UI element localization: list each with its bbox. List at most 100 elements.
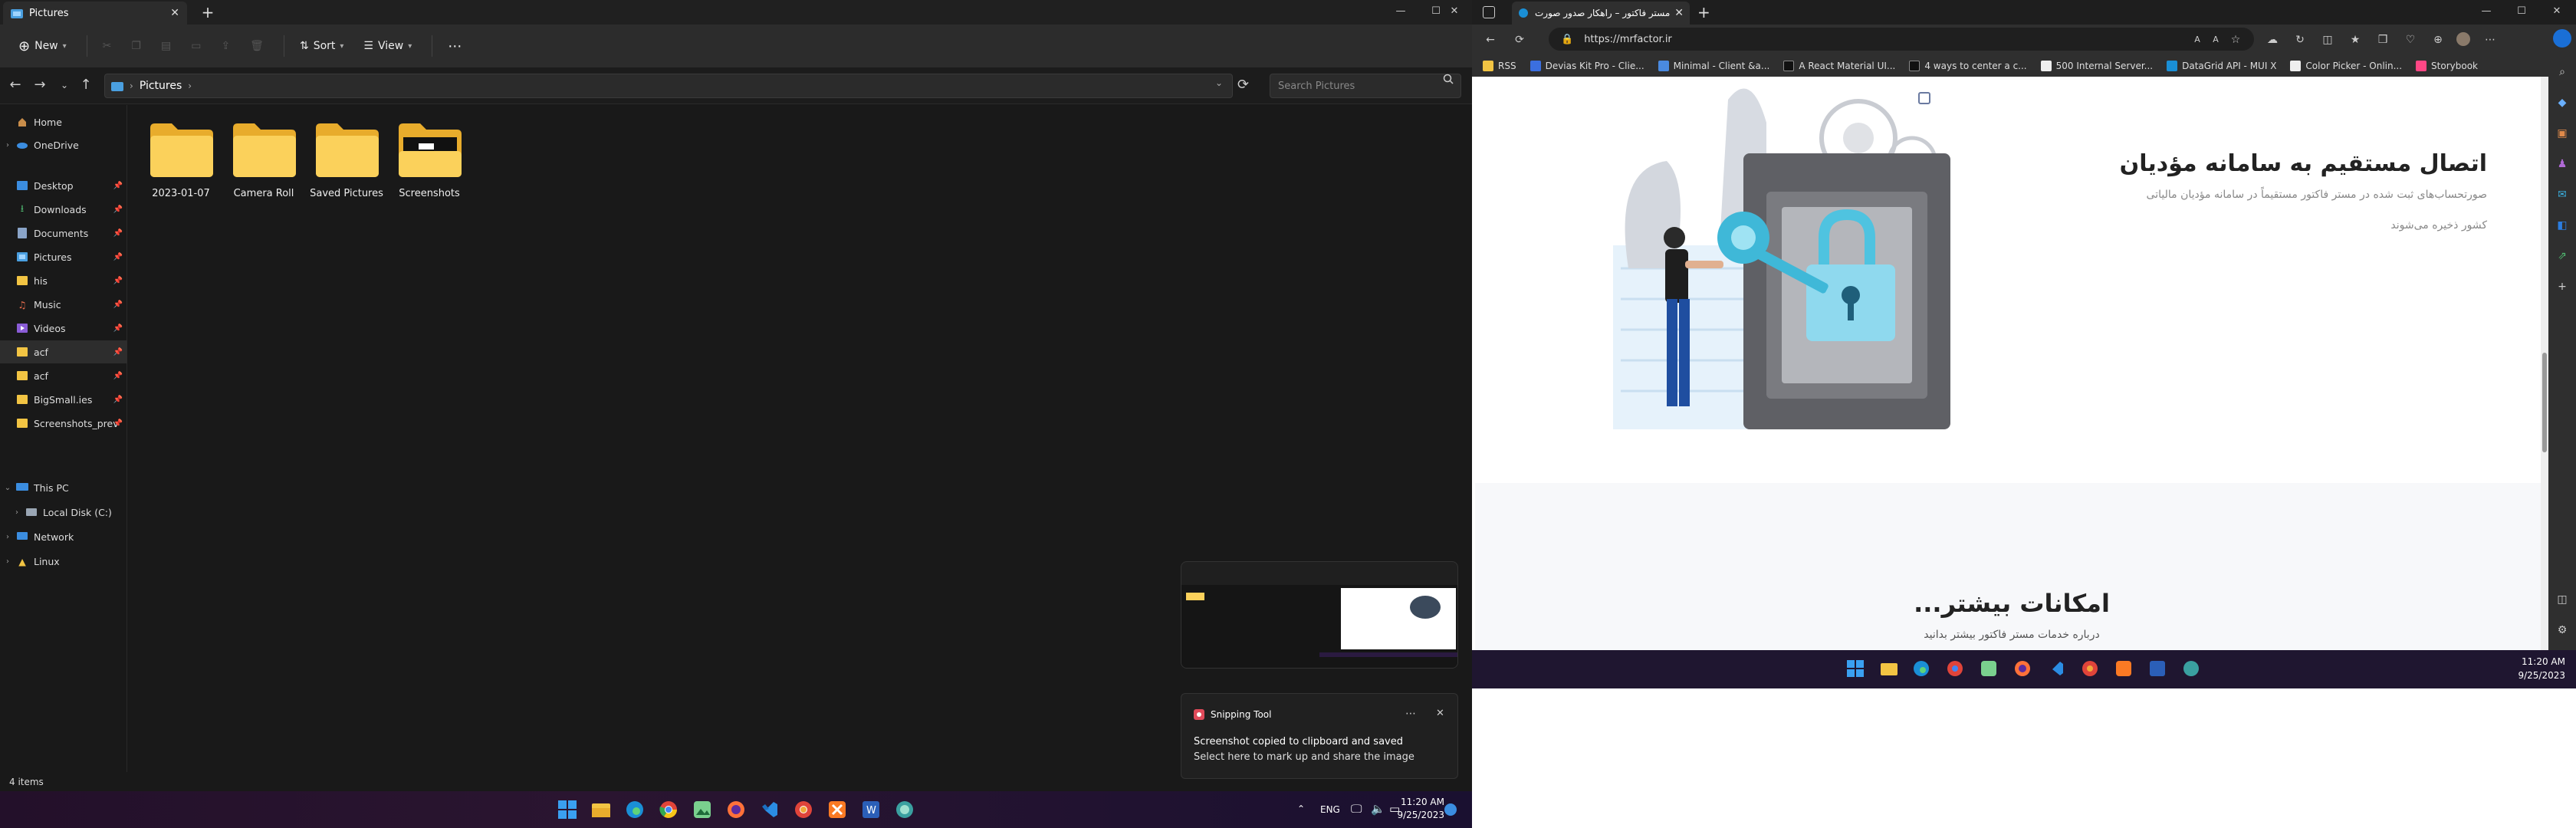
pin-icon[interactable]: 📌 [113, 372, 123, 380]
clock-time[interactable]: 11:20 AM [2512, 656, 2565, 667]
cut-button[interactable]: ✂ [95, 32, 120, 60]
clock-date[interactable]: 9/25/2023 [2512, 670, 2565, 681]
nav-item-documents[interactable]: Documents 📌 [0, 222, 127, 245]
favorite-storybook[interactable]: Storybook [2416, 61, 2478, 71]
nav-item-home[interactable]: Home [0, 110, 127, 133]
nav-item-videos[interactable]: Videos 📌 [0, 317, 127, 340]
notification-badge[interactable] [1444, 803, 1457, 816]
taskbar-file-explorer[interactable] [589, 797, 613, 822]
taskbar-firefox[interactable] [2010, 656, 2035, 681]
tab-actions-icon[interactable] [1483, 6, 1495, 18]
nav-item-music[interactable]: ♫ Music 📌 [0, 293, 127, 316]
scrollbar-thumb[interactable] [2542, 353, 2547, 452]
favorites-icon[interactable]: ★ [2348, 32, 2363, 48]
share-button[interactable]: ⇪ [213, 32, 238, 60]
more-options-button[interactable]: ⋯ [440, 32, 469, 60]
taskbar-chrome[interactable] [1943, 656, 1967, 681]
search-icon[interactable]: ⌕ [2555, 64, 2570, 80]
taskbar-vscode[interactable] [757, 797, 782, 822]
start-button[interactable] [1843, 656, 1868, 681]
language-indicator[interactable]: ENG [1320, 804, 1340, 815]
breadcrumb-pictures[interactable]: Pictures [140, 80, 182, 92]
pin-icon[interactable]: 📌 [113, 277, 123, 285]
close-window-button[interactable]: ✕ [2539, 0, 2574, 23]
pin-icon[interactable]: 📌 [113, 348, 123, 356]
folder-item[interactable]: 2023-01-07 [141, 120, 221, 205]
chevron-down-icon[interactable]: ⌄ [0, 484, 15, 492]
pin-icon[interactable]: 📌 [113, 253, 123, 261]
snipping-notification[interactable]: Snipping Tool ⋯ ✕ Screenshot copied to c… [1181, 693, 1458, 779]
tools-icon[interactable]: ▣ [2555, 126, 2570, 141]
explorer-tab-pictures[interactable]: Pictures ✕ [3, 2, 187, 25]
new-tab-button[interactable]: + [198, 4, 218, 22]
taskbar-chrome[interactable] [656, 797, 681, 822]
view-button[interactable]: ☰ View ▾ [356, 32, 419, 60]
taskbar-app-globe[interactable] [2179, 656, 2203, 681]
scan-icon[interactable] [1918, 92, 1930, 104]
text-size-icon[interactable]: A [2208, 32, 2223, 48]
chevron-right-icon[interactable]: › [0, 557, 15, 566]
clock-date[interactable]: 9/25/2023 [1397, 810, 1444, 820]
close-window-button[interactable]: ✕ [1437, 0, 1472, 23]
nav-item-bigsmall[interactable]: BigSmall.ies 📌 [0, 388, 127, 411]
chevron-right-icon[interactable]: › [9, 508, 25, 517]
taskbar-xampp[interactable] [825, 797, 849, 822]
paste-button[interactable]: ▤ [153, 32, 179, 60]
snip-preview-thumbnail[interactable] [1181, 561, 1458, 669]
nav-item-network[interactable]: › Network [0, 525, 127, 548]
favorite-datagrid[interactable]: DataGrid API - MUI X [2167, 61, 2276, 71]
favorite-react-mui[interactable]: A React Material UI... [1783, 61, 1895, 71]
recent-locations-button[interactable]: ⌄ [55, 77, 74, 95]
add-sidebar-icon[interactable]: + [2555, 279, 2570, 294]
favorite-devias[interactable]: Devias Kit Pro - Clie... [1530, 61, 1644, 71]
favorite-center[interactable]: 4 ways to center a c... [1909, 61, 2027, 71]
profile-avatar[interactable] [2456, 32, 2472, 48]
taskbar-edge[interactable] [623, 797, 647, 822]
bing-icon[interactable] [2553, 29, 2573, 49]
drop-icon[interactable]: ⇗ [2555, 248, 2570, 264]
nav-item-acf-2[interactable]: acf 📌 [0, 364, 127, 387]
taskbar-word[interactable]: W [859, 797, 883, 822]
extension-icon[interactable]: ☁ [2265, 32, 2280, 48]
nav-item-this-pc[interactable]: ⌄ This PC [0, 476, 127, 499]
pin-icon[interactable]: 📌 [113, 182, 123, 190]
nav-item-linux[interactable]: › ▲ Linux [0, 550, 127, 573]
pin-icon[interactable]: 📌 [113, 396, 123, 404]
pin-icon[interactable]: 📌 [113, 324, 123, 333]
nav-item-pictures[interactable]: Pictures 📌 [0, 245, 127, 268]
copilot-icon[interactable]: ⊕ [2430, 32, 2446, 48]
taskbar-app-globe[interactable] [892, 797, 917, 822]
search-input[interactable] [1270, 74, 1461, 98]
office-icon[interactable]: ◧ [2555, 218, 2570, 233]
sort-button[interactable]: ⇅ Sort ▾ [292, 32, 351, 60]
taskbar-word[interactable] [2145, 656, 2170, 681]
chevron-up-icon[interactable]: ⌃ [1297, 803, 1305, 814]
minimize-button[interactable]: — [1383, 0, 1418, 23]
minimize-button[interactable]: — [2469, 0, 2504, 23]
new-tab-button[interactable]: + [1697, 3, 1710, 21]
taskbar-chrome-2[interactable] [2078, 656, 2102, 681]
pin-icon[interactable]: 📌 [113, 301, 123, 309]
discover-icon[interactable]: ◆ [2555, 95, 2570, 110]
copy-button[interactable]: ❐ [123, 32, 149, 60]
network-icon[interactable]: 🖵 [1351, 802, 1362, 816]
edge-tab-mrfactor[interactable]: مستر فاکتور – راهکار صدور صورت... ✕ [1512, 2, 1690, 25]
forward-button[interactable]: → [31, 77, 49, 95]
split-screen-icon[interactable]: ◫ [2320, 32, 2335, 48]
outlook-icon[interactable]: ✉ [2555, 187, 2570, 202]
url-bar[interactable]: 🔒 https://mrfactor.ir [1549, 28, 2254, 51]
maximize-button[interactable]: ☐ [2504, 0, 2539, 23]
nav-item-his[interactable]: his 📌 [0, 269, 127, 292]
favorite-star-icon[interactable]: ☆ [2228, 32, 2243, 48]
wallet-icon[interactable]: ♡ [2403, 32, 2418, 48]
nav-item-screenshots-prev[interactable]: Screenshots_prev 📌 [0, 412, 127, 435]
start-button[interactable] [555, 797, 580, 822]
nav-item-onedrive[interactable]: › OneDrive [0, 133, 127, 156]
taskbar-vscode[interactable] [2044, 656, 2068, 681]
favorite-colorpicker[interactable]: Color Picker - Onlin... [2290, 61, 2402, 71]
folder-item[interactable]: Camera Roll [224, 120, 304, 205]
pin-icon[interactable]: 📌 [113, 229, 123, 238]
back-button[interactable]: ← [6, 77, 25, 95]
close-tab-icon[interactable]: ✕ [170, 7, 179, 19]
chevron-right-icon[interactable]: › [0, 141, 15, 150]
